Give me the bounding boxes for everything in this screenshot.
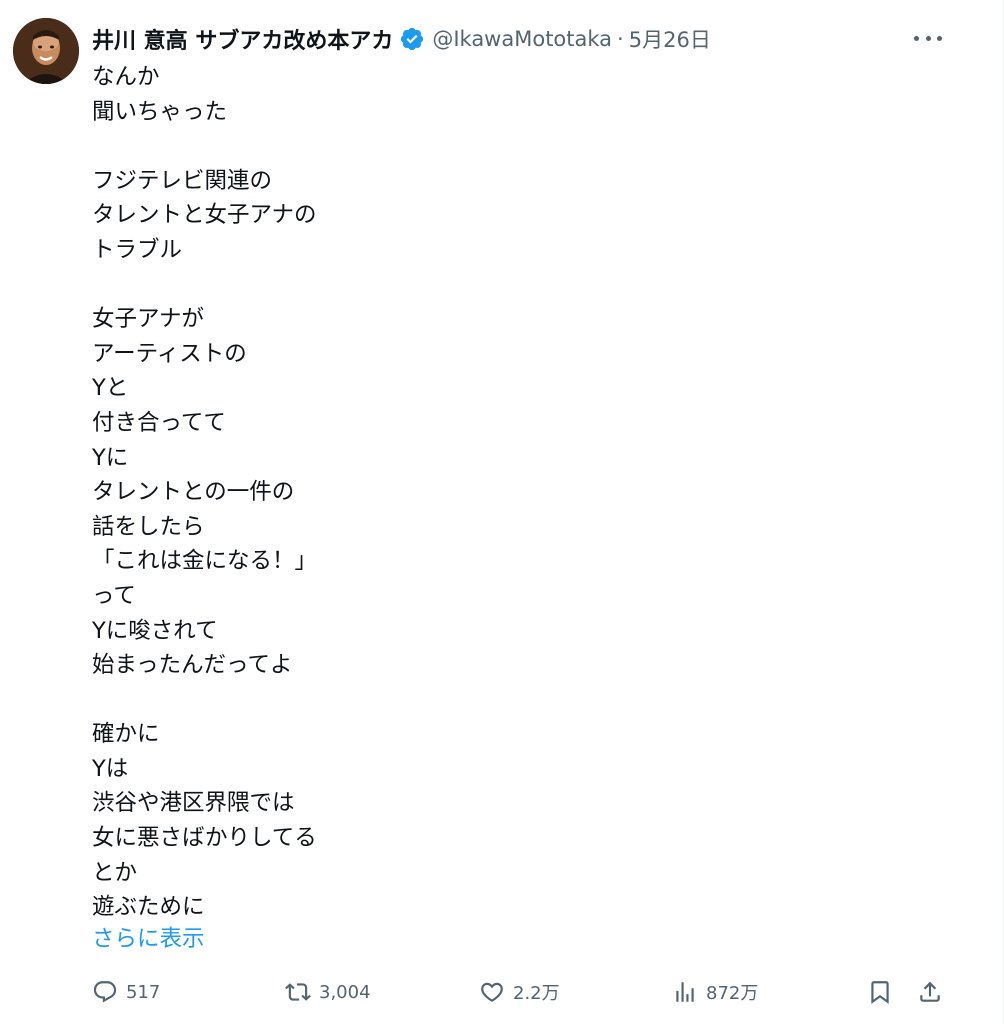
tweet-header: 井川 意高 サブアカ改め本アカ @IkawaMototaka · 5月26日 — [92, 22, 711, 56]
tweet-line: 聞いちゃった — [92, 98, 228, 125]
reply-count: 517 — [126, 981, 161, 1003]
tweet-line: 話をしたら — [92, 513, 205, 540]
tweet-date[interactable]: 5月26日 — [629, 24, 711, 54]
display-name[interactable]: 井川 意高 サブアカ改め本アカ — [92, 23, 393, 55]
tweet-line — [92, 683, 692, 718]
tweet-line: Yに唆されて — [92, 617, 218, 644]
avatar[interactable] — [13, 18, 79, 84]
tweet-line: Yと — [92, 375, 129, 402]
like-count: 2.2万 — [513, 983, 560, 1004]
tweet-line: 確かに — [92, 721, 160, 748]
retweet-icon — [285, 979, 311, 1005]
tweet-line: とか — [92, 859, 138, 886]
tweet-line: トラブル — [92, 236, 183, 263]
retweet-button[interactable]: 3,004 — [285, 974, 371, 1010]
tweet-line: フジテレビ関連の — [92, 167, 273, 194]
show-more-link[interactable]: さらに表示 — [92, 922, 205, 956]
bookmark-icon — [867, 979, 893, 1005]
tweet-line: Yに — [92, 444, 129, 471]
tweet-line: タレントと女子アナの — [92, 202, 317, 229]
tweet-line: Yは — [92, 755, 129, 782]
tweet-line: 女子アナが — [92, 306, 205, 333]
reply-button[interactable]: 517 — [92, 974, 160, 1010]
tweet-line — [92, 129, 692, 164]
tweet: 井川 意高 サブアカ改め本アカ @IkawaMototaka · 5月26日 な… — [0, 0, 1004, 1024]
tweet-line — [92, 268, 692, 303]
share-icon — [917, 979, 943, 1005]
separator-dot: · — [617, 27, 624, 51]
tweet-line: 付き合ってて — [92, 409, 226, 436]
views-button[interactable]: 872万 — [672, 974, 758, 1010]
tweet-line: って — [92, 582, 136, 609]
views-icon — [672, 979, 698, 1005]
handle[interactable]: @IkawaMototaka — [432, 27, 612, 51]
more-icon[interactable] — [914, 28, 942, 48]
verified-badge-icon — [399, 26, 425, 52]
tweet-line: 始まったんだってよ — [92, 652, 293, 679]
like-button[interactable]: 2.2万 — [479, 974, 560, 1010]
tweet-line: 遊ぶために — [92, 894, 205, 921]
views-count: 872万 — [706, 983, 759, 1004]
reply-icon — [92, 979, 118, 1005]
tweet-line: なんか — [92, 64, 160, 90]
bookmark-button[interactable] — [867, 974, 893, 1010]
tweet-line: 渋谷や港区界隈では — [92, 790, 295, 817]
retweet-count: 3,004 — [319, 981, 371, 1003]
like-icon — [479, 979, 505, 1005]
tweet-line: 女に悪さばかりしてる — [92, 825, 317, 852]
tweet-line: 「これは金になる！」 — [92, 548, 318, 575]
tweet-line: アーティストの — [92, 340, 247, 367]
share-button[interactable] — [917, 974, 943, 1010]
action-bar: 517 3,004 2.2万 872万 — [92, 974, 954, 1010]
tweet-text: なんか 聞いちゃった フジテレビ関連の タレントと女子アナの トラブル 女子アナ… — [92, 60, 692, 925]
tweet-line: タレントとの一件の — [92, 479, 295, 506]
